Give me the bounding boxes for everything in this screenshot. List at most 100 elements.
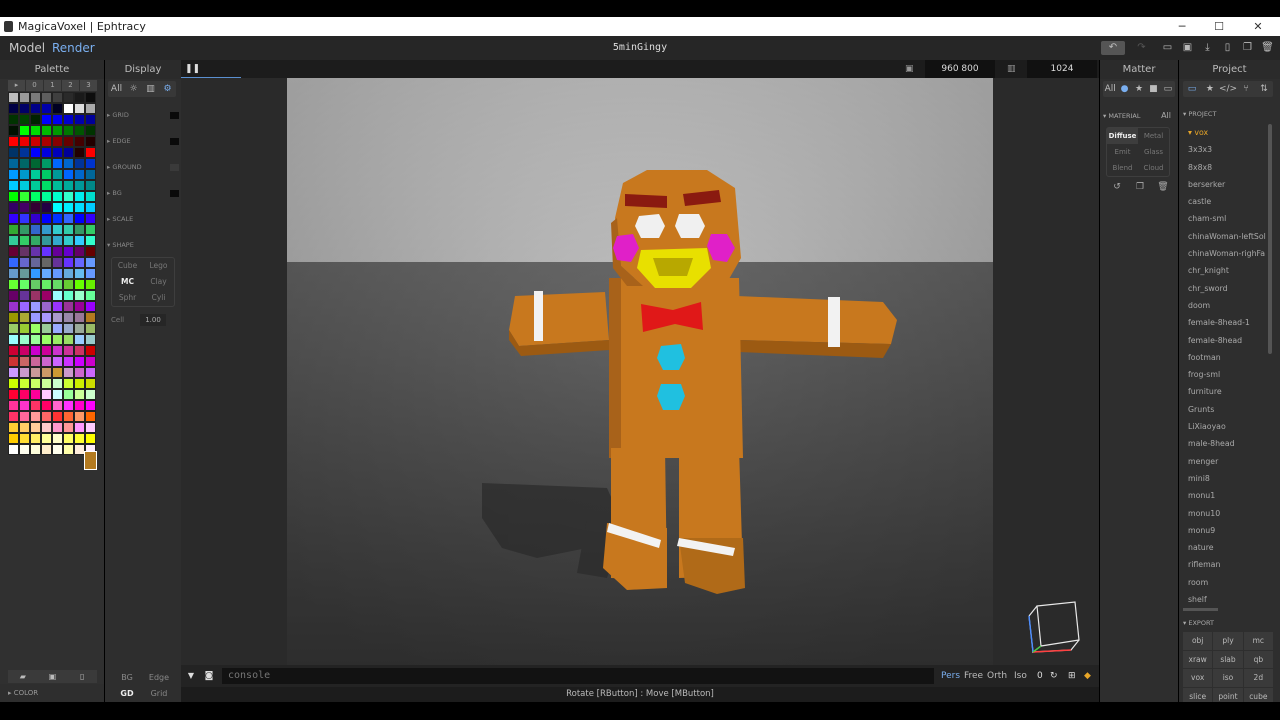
- palette-swatch[interactable]: [41, 257, 52, 268]
- palette-swatch[interactable]: [74, 92, 85, 103]
- palette-swatch[interactable]: [85, 422, 96, 433]
- palette-swatch[interactable]: [63, 268, 74, 279]
- palette-swatch[interactable]: [63, 136, 74, 147]
- palette-swatch[interactable]: [19, 191, 30, 202]
- palette-swatch[interactable]: [52, 422, 63, 433]
- palette-swatch[interactable]: [85, 389, 96, 400]
- palette-swatch[interactable]: [41, 290, 52, 301]
- palette-swatch[interactable]: [30, 356, 41, 367]
- export-mc-button[interactable]: mc: [1243, 632, 1273, 650]
- palette-swatch[interactable]: [19, 444, 30, 455]
- palette-swatch[interactable]: [74, 224, 85, 235]
- palette-swatch[interactable]: [30, 400, 41, 411]
- palette-swatch[interactable]: [63, 147, 74, 158]
- palette-swatch[interactable]: [41, 301, 52, 312]
- palette-swatch[interactable]: [41, 213, 52, 224]
- palette-swatch[interactable]: [74, 345, 85, 356]
- palette-swatch[interactable]: [74, 246, 85, 257]
- sample-count[interactable]: 1024: [1027, 60, 1097, 78]
- palette-swatch[interactable]: [74, 180, 85, 191]
- palette-swatch[interactable]: [52, 279, 63, 290]
- palette-swatch[interactable]: [8, 290, 19, 301]
- palette-swatch[interactable]: [85, 345, 96, 356]
- palette-swatch[interactable]: [85, 180, 96, 191]
- palette-swatch[interactable]: [19, 290, 30, 301]
- project-file-item[interactable]: mini8: [1183, 470, 1268, 487]
- palette-swatch[interactable]: [41, 323, 52, 334]
- palette-swatch[interactable]: [74, 367, 85, 378]
- palette-swatch[interactable]: [41, 433, 52, 444]
- palette-swatch[interactable]: [19, 246, 30, 257]
- palette-swatch[interactable]: [74, 213, 85, 224]
- palette-swatch[interactable]: [19, 389, 30, 400]
- export-qb-button[interactable]: qb: [1243, 650, 1273, 668]
- palette-swatch[interactable]: [8, 433, 19, 444]
- palette-swatch[interactable]: [74, 268, 85, 279]
- palette-swatch[interactable]: [52, 191, 63, 202]
- code-icon[interactable]: </>: [1219, 81, 1237, 97]
- project-file-item[interactable]: castle: [1183, 193, 1268, 210]
- palette-swatch[interactable]: [74, 147, 85, 158]
- palette-swatch[interactable]: [8, 301, 19, 312]
- palette-swatch[interactable]: [30, 334, 41, 345]
- palette-swatch[interactable]: [52, 224, 63, 235]
- palette-swatch[interactable]: [19, 279, 30, 290]
- project-file-item[interactable]: furniture: [1183, 383, 1268, 400]
- palette-swatch[interactable]: [85, 400, 96, 411]
- palette-swatch[interactable]: [85, 136, 96, 147]
- palette-swatch[interactable]: [85, 301, 96, 312]
- palette-swatch[interactable]: [74, 411, 85, 422]
- palette-swatch[interactable]: [52, 367, 63, 378]
- palette-swatch[interactable]: [30, 257, 41, 268]
- project-file-item[interactable]: male-8head: [1183, 435, 1268, 452]
- palette-swatch[interactable]: [74, 323, 85, 334]
- palette-swatch[interactable]: [19, 257, 30, 268]
- projection-free[interactable]: Free: [964, 668, 983, 684]
- palette-swatch[interactable]: [85, 103, 96, 114]
- palette-swatch[interactable]: [74, 114, 85, 125]
- palette-swatch[interactable]: [63, 334, 74, 345]
- minimize-button[interactable]: ─: [1168, 17, 1196, 36]
- project-horizontal-scrollbar[interactable]: [1183, 608, 1218, 611]
- sun-icon[interactable]: ★: [1132, 81, 1146, 97]
- new-icon[interactable]: ▯: [1220, 41, 1235, 55]
- palette-swatch[interactable]: [30, 433, 41, 444]
- matter-tab-all[interactable]: All: [1103, 81, 1117, 97]
- palette-swatch[interactable]: [8, 202, 19, 213]
- delete-icon[interactable]: 🗑: [1156, 182, 1170, 194]
- palette-swatch[interactable]: [74, 169, 85, 180]
- palette-swatch[interactable]: [52, 246, 63, 257]
- project-file-item[interactable]: 8x8x8: [1183, 159, 1268, 176]
- palette-swatch[interactable]: [85, 323, 96, 334]
- palette-swatch[interactable]: [52, 444, 63, 455]
- palette-swatch[interactable]: [8, 224, 19, 235]
- project-file-item[interactable]: room: [1183, 574, 1268, 591]
- star-icon[interactable]: ★: [1201, 81, 1219, 97]
- render-image[interactable]: [287, 78, 993, 665]
- palette-swatch[interactable]: [30, 345, 41, 356]
- export-2d-button[interactable]: 2d: [1243, 669, 1273, 687]
- palette-swatch[interactable]: [63, 257, 74, 268]
- palette-swatch[interactable]: [63, 290, 74, 301]
- palette-swatch[interactable]: [30, 147, 41, 158]
- palette-swatch[interactable]: [19, 422, 30, 433]
- color-section-toggle[interactable]: ▸ COLOR: [0, 684, 104, 702]
- project-file-item[interactable]: chr_knight: [1183, 262, 1268, 279]
- copy-icon[interactable]: ❐: [1133, 182, 1147, 194]
- palette-swatch[interactable]: [19, 312, 30, 323]
- bg-color-swatch[interactable]: [170, 190, 179, 197]
- grid-color-swatch[interactable]: [170, 112, 179, 119]
- cell-value-input[interactable]: 1.00: [140, 314, 166, 326]
- palette-swatch[interactable]: [63, 312, 74, 323]
- palette-swatch[interactable]: [85, 202, 96, 213]
- palette-swatch[interactable]: [52, 378, 63, 389]
- palette-swatch[interactable]: [8, 125, 19, 136]
- palette-swatch[interactable]: [63, 169, 74, 180]
- palette-swatch[interactable]: [19, 158, 30, 169]
- palette-swatch[interactable]: [85, 169, 96, 180]
- palette-swatch[interactable]: [85, 147, 96, 158]
- palette-swatch[interactable]: [30, 92, 41, 103]
- palette-swatch[interactable]: [85, 356, 96, 367]
- palette-swatch[interactable]: [19, 224, 30, 235]
- palette-swatch[interactable]: [30, 422, 41, 433]
